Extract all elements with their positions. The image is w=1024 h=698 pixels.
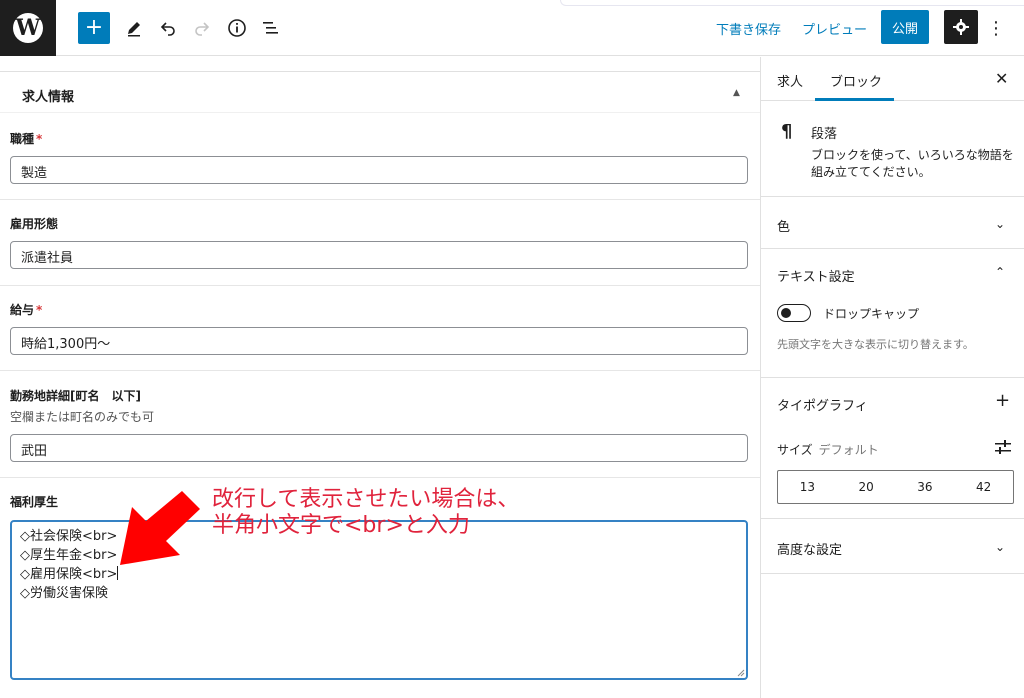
redo-button[interactable] xyxy=(186,12,218,44)
editor-toolbar: W + 下書き保存 プレビュー 公開 ⋮ xyxy=(0,0,1024,56)
employment-type-input[interactable]: 派遣社員 xyxy=(10,241,748,269)
font-size-row: サイズ デフォルト xyxy=(777,441,879,458)
field-divider xyxy=(0,477,760,478)
tab-post[interactable]: 求人 xyxy=(777,71,803,90)
salary-label: 給与 * xyxy=(10,303,43,317)
undo-button[interactable] xyxy=(152,12,184,44)
job-type-field: 職種 * 製造 xyxy=(10,130,748,184)
job-type-input[interactable]: 製造 xyxy=(10,156,748,184)
job-type-label: 職種 * xyxy=(10,132,43,146)
tab-block[interactable]: ブロック xyxy=(830,71,882,90)
block-title: 段落 xyxy=(811,127,838,142)
drop-cap-help: 先頭文字を大きな表示に切り替えます。 xyxy=(777,338,974,351)
font-size-option[interactable]: 13 xyxy=(778,471,837,503)
meta-box-title: 求人情報 xyxy=(22,90,75,105)
text-settings-title[interactable]: テキスト設定 xyxy=(777,266,855,285)
info-icon xyxy=(228,19,246,37)
sidebar-tabs: 求人 ブロック ✕ xyxy=(761,57,1024,101)
pencil-icon xyxy=(128,22,140,37)
drop-cap-label: ドロップキャップ xyxy=(823,307,920,321)
work-location-description: 空欄または町名のみでも可 xyxy=(10,410,155,424)
wordpress-logo-icon: W xyxy=(13,13,43,43)
font-size-option[interactable]: 36 xyxy=(896,471,955,503)
wordpress-logo-button[interactable]: W xyxy=(0,0,56,56)
add-block-button[interactable]: + xyxy=(78,12,110,44)
advanced-panel[interactable]: 高度な設定 ⌄ xyxy=(761,519,1024,574)
color-panel[interactable]: 色 ⌄ xyxy=(761,197,1024,249)
benefits-line: ◇労働災害保険 xyxy=(20,586,108,601)
font-size-value: デフォルト xyxy=(818,443,879,457)
work-location-input[interactable]: 武田 xyxy=(10,434,748,462)
paragraph-icon: ¶ xyxy=(781,121,793,142)
block-card: ¶ 段落 ブロックを使って、いろいろな物語を組み立ててください。 xyxy=(761,101,1024,197)
meta-box-header[interactable]: 求人情報 ▲ xyxy=(0,71,760,113)
redo-icon xyxy=(195,22,210,36)
undo-icon xyxy=(160,22,175,36)
options-menu-button[interactable]: ⋮ xyxy=(986,12,1006,44)
salary-field: 給与 * 時給1,300円〜 xyxy=(10,301,748,355)
required-mark: * xyxy=(36,303,43,317)
work-location-label: 勤務地詳細[町名 以下] xyxy=(10,389,141,403)
font-size-label: サイズ xyxy=(777,443,813,457)
annotation-text: 改行して表示させたい場合は、 半角小文字で<br>と入力 xyxy=(212,487,520,538)
kebab-icon: ⋮ xyxy=(987,17,1005,39)
drop-cap-toggle[interactable] xyxy=(777,304,811,322)
gear-icon xyxy=(953,19,969,35)
typography-title: タイポグラフィ xyxy=(777,399,868,414)
red-arrow-annotation xyxy=(120,491,200,565)
font-size-option[interactable]: 20 xyxy=(837,471,896,503)
settings-button[interactable] xyxy=(944,10,978,44)
employment-type-field: 雇用形態 派遣社員 xyxy=(10,215,748,269)
list-view-icon xyxy=(263,22,278,34)
publish-button[interactable]: 公開 xyxy=(881,10,929,44)
window-accent xyxy=(560,0,1024,6)
required-mark: * xyxy=(36,132,43,146)
collapse-caret-icon[interactable]: ▲ xyxy=(733,88,740,98)
salary-input[interactable]: 時給1,300円〜 xyxy=(10,327,748,355)
block-description: ブロックを使って、いろいろな物語を組み立ててください。 xyxy=(811,148,1014,179)
editor-canvas: 求人情報 ▲ 職種 * 製造 雇用形態 派遣社員 給与 * 時給1,300円〜 勤務… xyxy=(0,57,760,698)
plus-icon[interactable]: + xyxy=(995,390,1010,411)
color-panel-title: 色 xyxy=(777,220,791,235)
preview-button[interactable]: プレビュー xyxy=(802,19,867,38)
field-divider xyxy=(0,199,760,200)
details-button[interactable] xyxy=(221,12,253,44)
tools-button[interactable] xyxy=(118,12,150,44)
close-icon[interactable]: ✕ xyxy=(995,69,1008,88)
field-divider xyxy=(0,370,760,371)
plus-icon: + xyxy=(84,15,104,40)
resize-handle-icon[interactable] xyxy=(737,669,745,677)
advanced-panel-title: 高度な設定 xyxy=(777,543,843,558)
chevron-down-icon[interactable]: ⌄ xyxy=(995,540,1005,554)
settings-sidebar: 求人 ブロック ✕ ¶ 段落 ブロックを使って、いろいろな物語を組み立ててくださ… xyxy=(760,57,1024,698)
list-view-button[interactable] xyxy=(255,12,287,44)
save-draft-button[interactable]: 下書き保存 xyxy=(716,19,781,38)
field-divider xyxy=(0,285,760,286)
employment-type-label: 雇用形態 xyxy=(10,217,59,231)
chevron-down-icon[interactable]: ⌄ xyxy=(995,217,1005,231)
sliders-icon[interactable] xyxy=(994,438,1012,456)
work-location-field: 勤務地詳細[町名 以下] 空欄または町名のみでも可 武田 xyxy=(10,387,748,462)
font-size-option[interactable]: 42 xyxy=(954,471,1013,503)
chevron-up-icon[interactable]: ⌃ xyxy=(995,265,1005,279)
font-size-picker: 13 20 36 42 xyxy=(777,470,1014,504)
